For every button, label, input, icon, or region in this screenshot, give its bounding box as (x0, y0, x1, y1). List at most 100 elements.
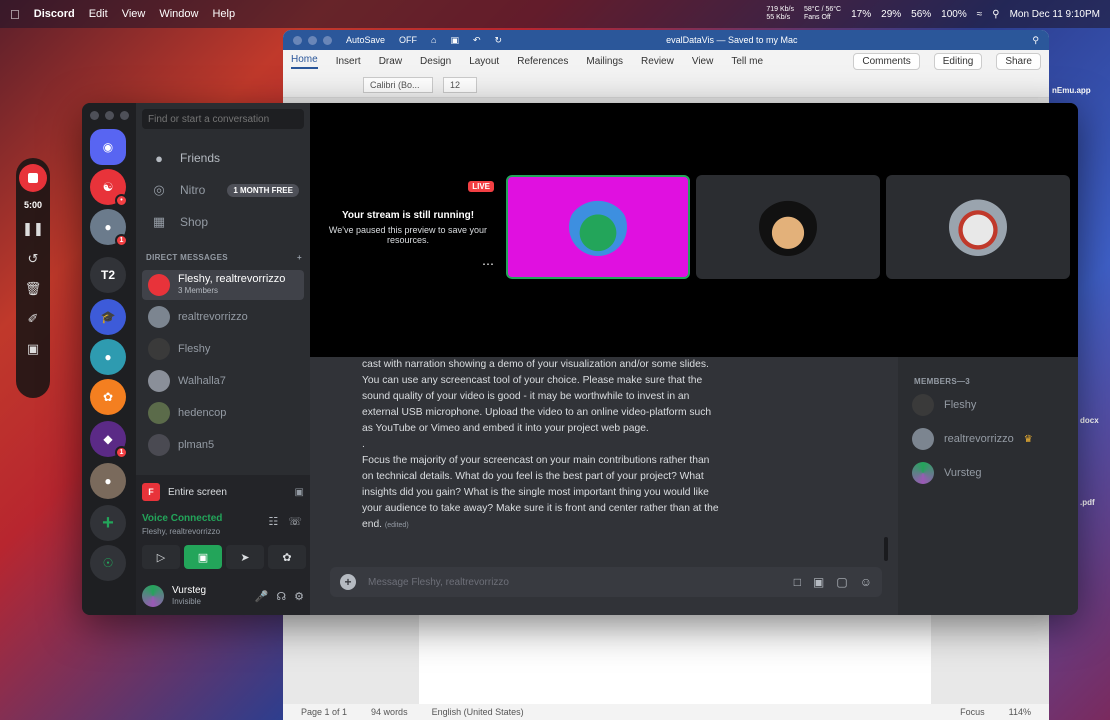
zoom-dot[interactable] (323, 35, 332, 45)
server-icon-1[interactable]: ☯ • (90, 169, 128, 207)
close-dot[interactable] (293, 35, 302, 45)
add-dm-icon[interactable]: + (297, 253, 302, 262)
user-info[interactable]: Vursteg Invisible (172, 585, 206, 607)
stop-share-icon[interactable]: ▣ (295, 487, 304, 498)
sticker-icon[interactable]: ▢ (836, 575, 847, 589)
stream-tile[interactable]: LIVE Your stream is still running! We've… (316, 175, 500, 279)
tab-references[interactable]: References (517, 56, 568, 67)
minimize-dot[interactable] (308, 35, 317, 45)
member-vursteg[interactable]: Vursteg (912, 459, 1072, 487)
language[interactable]: English (United States) (432, 707, 524, 717)
server-icon-t2[interactable]: T2 (90, 257, 126, 293)
nav-shop[interactable]: ▦ Shop (144, 208, 304, 236)
discord-home-icon[interactable]: ◉ (90, 129, 126, 165)
emoji-icon[interactable]: ☺ (860, 575, 872, 589)
server-icon-shield[interactable]: ◆ 1 (90, 421, 128, 459)
add-server-icon[interactable]: + (90, 505, 126, 541)
font-size-select[interactable]: 12 (443, 76, 477, 93)
desktop-label-app[interactable]: nEmu.app (1052, 86, 1091, 95)
server-icon-car[interactable]: ● 1 (90, 209, 128, 247)
gear-icon[interactable]: ⚙ (294, 590, 304, 603)
server-icon-tiger[interactable]: ● (90, 339, 126, 375)
dm-item-realtrevorrizzo[interactable]: realtrevorrizzo (142, 302, 304, 332)
screen-share-button[interactable]: ▣ (184, 545, 222, 569)
pause-icon[interactable]: ❚❚ (22, 218, 44, 240)
microphone-icon[interactable]: 🎤 (255, 590, 269, 603)
tab-design[interactable]: Design (420, 56, 451, 67)
cpu-usage[interactable]: 17% (851, 9, 871, 20)
chat-scrollbar[interactable] (884, 537, 888, 561)
search-icon[interactable]: ⚲ (992, 9, 999, 20)
camera-icon[interactable]: ▣ (27, 338, 39, 360)
save-icon[interactable]: ▣ (450, 35, 459, 46)
gift-icon[interactable]: □ (794, 575, 801, 589)
member-fleshy[interactable]: Fleshy (912, 391, 1072, 419)
activity-button[interactable]: ➤ (226, 545, 264, 569)
server-icon-graduation[interactable]: 🎓 (90, 299, 126, 335)
zoom-dot[interactable] (120, 111, 129, 120)
minimize-dot[interactable] (105, 111, 114, 120)
desktop-label-docx[interactable]: docx (1080, 416, 1099, 425)
stop-recording-button[interactable] (19, 164, 47, 192)
redo-icon[interactable]: ↻ (495, 35, 503, 46)
screen-share-row[interactable]: F Entire screen ▣ (142, 481, 304, 503)
zoom-level[interactable]: 114% (1009, 707, 1031, 717)
tell-me[interactable]: Tell me (731, 56, 763, 67)
soundboard-button[interactable]: ✿ (268, 545, 306, 569)
nav-friends[interactable]: ● Friends (144, 144, 304, 172)
dm-item-walhalla7[interactable]: Walhalla7 (142, 366, 304, 396)
menubar-clock[interactable]: Mon Dec 11 9:10PM (1010, 9, 1100, 20)
tab-home[interactable]: Home (291, 54, 318, 69)
nav-nitro[interactable]: ◎ Nitro 1 MONTH FREE (144, 176, 304, 204)
menubar-view[interactable]: View (122, 8, 146, 20)
battery-level[interactable]: 100% (941, 9, 967, 20)
menubar-help[interactable]: Help (212, 8, 235, 20)
camera-off-button[interactable]: ▷ (142, 545, 180, 569)
tab-insert[interactable]: Insert (336, 56, 361, 67)
draw-icon[interactable]: ✐ (28, 308, 39, 330)
desktop-label-pdf[interactable]: .pdf (1080, 498, 1095, 507)
member-realtrevorrizzo[interactable]: realtrevorrizzo ♛ (912, 425, 1072, 453)
gif-icon[interactable]: ▣ (813, 575, 824, 589)
participant-tile-realtrevorrizzo[interactable] (886, 175, 1070, 279)
menubar-app-name[interactable]: Discord (34, 8, 75, 20)
network-monitor[interactable]: 719 Kb/s 55 Kb/s (766, 6, 794, 22)
noise-suppression-icon[interactable]: ☷ (268, 515, 278, 528)
tab-layout[interactable]: Layout (469, 56, 499, 67)
menubar-window[interactable]: Window (159, 8, 198, 20)
mem-usage[interactable]: 29% (881, 9, 901, 20)
server-icon-paw[interactable]: ✿ (90, 379, 126, 415)
trash-icon[interactable]: 🗑 (25, 278, 42, 300)
wifi-icon[interactable]: ≈ (977, 9, 983, 20)
restart-icon[interactable]: ↺ (28, 248, 39, 270)
autosave-toggle[interactable]: OFF (399, 35, 417, 45)
share-button[interactable]: Share (996, 52, 1041, 70)
dm-item-plman5[interactable]: plman5 (142, 430, 304, 460)
explore-servers-icon[interactable]: ☉ (90, 545, 126, 581)
home-icon[interactable]: ⌂ (431, 35, 436, 45)
dm-item-group[interactable]: Fleshy, realtrevorrizzo 3 Members (142, 270, 304, 300)
tab-view[interactable]: View (692, 56, 714, 67)
dm-item-fleshy[interactable]: Fleshy (142, 334, 304, 364)
font-select[interactable]: Calibri (Bo... (363, 76, 433, 93)
focus-button[interactable]: Focus (960, 707, 985, 717)
menubar-edit[interactable]: Edit (89, 8, 108, 20)
participant-tile-vursteg[interactable] (506, 175, 690, 279)
message-input[interactable] (368, 576, 782, 588)
disk-usage[interactable]: 56% (911, 9, 931, 20)
undo-icon[interactable]: ↶ (473, 35, 481, 46)
word-search-icon[interactable]: ⚲ (1032, 35, 1039, 46)
server-icon-avatar[interactable]: ● (90, 463, 126, 499)
dm-item-hedencop[interactable]: hedencop (142, 398, 304, 428)
word-count[interactable]: 94 words (371, 707, 408, 717)
headphones-icon[interactable]: ☊ (276, 590, 286, 603)
search-input[interactable] (142, 109, 304, 129)
tab-mailings[interactable]: Mailings (586, 56, 623, 67)
temp-monitor[interactable]: 58°C / 56°C Fans Off (804, 6, 841, 22)
close-dot[interactable] (90, 111, 99, 120)
editing-button[interactable]: Editing (933, 52, 983, 70)
participant-tile-fleshy[interactable] (696, 175, 880, 279)
comments-button[interactable]: Comments (853, 52, 920, 70)
tab-review[interactable]: Review (641, 56, 674, 67)
disconnect-icon[interactable]: ☏ (288, 515, 302, 528)
